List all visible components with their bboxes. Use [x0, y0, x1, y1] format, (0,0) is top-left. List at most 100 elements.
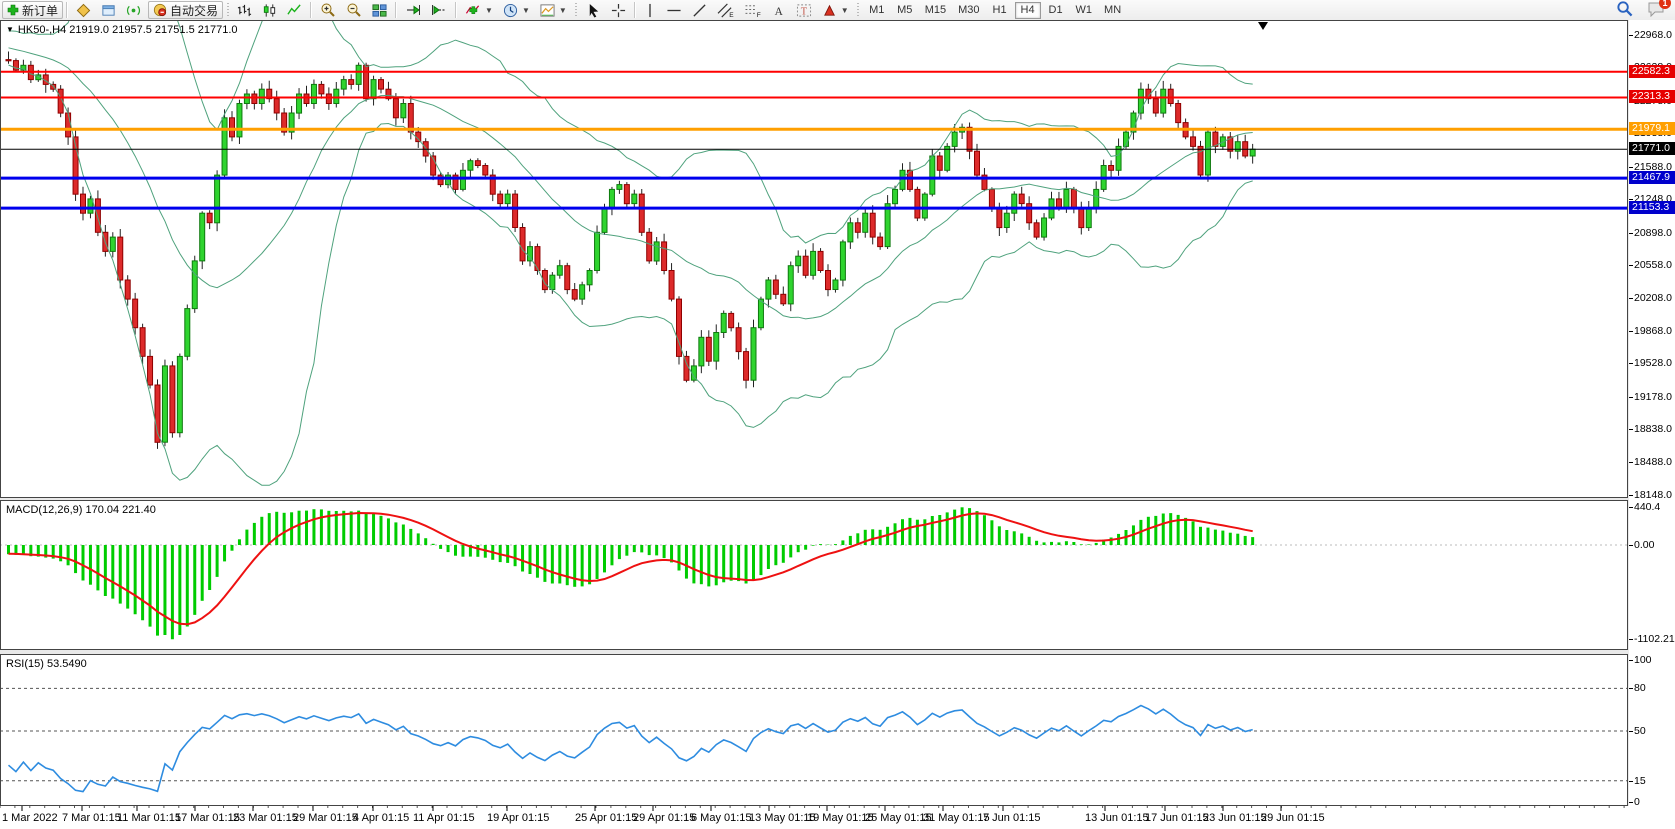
chart-shift-icon[interactable]: [426, 0, 452, 20]
macd-histogram: [9, 507, 1253, 639]
rsi-indicator-label: RSI(15) 53.5490: [6, 658, 87, 670]
separator: [395, 2, 397, 18]
time-tick-label: 11 Mar 01:15: [117, 812, 181, 824]
autotrading-button[interactable]: 自动交易: [148, 1, 223, 19]
current-price-badge: 21771.0: [1629, 142, 1675, 155]
timeframe-m15-button[interactable]: M15: [920, 2, 951, 19]
toolbar: 新订单 自动交易 ▼ ▼ ▼: [0, 0, 1675, 21]
level-price-badge: 22582.3: [1629, 65, 1675, 78]
toolbar-grip[interactable]: [225, 3, 230, 17]
rsi-panel[interactable]: [0, 654, 1628, 806]
timeframe-h1-button[interactable]: H1: [987, 2, 1013, 19]
separator: [310, 2, 312, 18]
magnifier-icon: [1616, 0, 1633, 17]
time-tick-label: 25 Apr 01:15: [575, 812, 637, 824]
candlestick-type-icon[interactable]: [257, 0, 282, 20]
timeframe-m5-button[interactable]: M5: [892, 2, 918, 19]
magnifier-plus-icon: [320, 2, 336, 18]
tile-windows-icon[interactable]: [367, 0, 392, 20]
zoom-out-icon[interactable]: [341, 0, 367, 20]
periods-button[interactable]: ▼: [498, 0, 535, 20]
chart-window[interactable]: 1 Mar 20227 Mar 01:1511 Mar 01:1517 Mar …: [0, 20, 1675, 829]
ohlc-text: 21919.0 21957.5 21751.5 21771.0: [69, 24, 237, 36]
hline-icon: [666, 3, 682, 18]
indicator-plus-icon: [465, 3, 481, 18]
new-order-button[interactable]: 新订单: [2, 1, 63, 19]
separator: [634, 2, 636, 18]
cursor-tool-icon[interactable]: [581, 0, 606, 20]
arrows-icon: [822, 3, 837, 18]
macd-tick-label: 0.00: [1634, 539, 1654, 551]
time-tick-label: 29 Jun 01:15: [1261, 812, 1325, 824]
autoscroll-icon: [405, 2, 421, 18]
equidistant-channel-tool[interactable]: E: [712, 0, 739, 20]
market-watch-icon[interactable]: [71, 0, 96, 20]
price-axis[interactable]: 22968.022628.022278.021938.021588.021248…: [1629, 20, 1675, 829]
timeframe-h4-button[interactable]: H4: [1015, 2, 1041, 19]
toolbar-grip[interactable]: [856, 3, 861, 17]
chart-symbol-label: ▼HK50-,H4 21919.0 21957.5 21751.5 21771.…: [6, 24, 238, 36]
window-icon: [101, 3, 116, 18]
time-axis[interactable]: 1 Mar 20227 Mar 01:1511 Mar 01:1517 Mar …: [0, 806, 1675, 829]
chevron-down-icon: ▼: [559, 6, 567, 15]
timeframe-toolbar: M1M5M15M30H1H4D1W1MN: [863, 2, 1127, 19]
templates-button[interactable]: ▼: [535, 0, 572, 20]
auto-scroll-icon[interactable]: [400, 0, 426, 20]
timeframe-mn-button[interactable]: MN: [1099, 2, 1126, 19]
clock-icon: [503, 3, 518, 18]
line-icon: [287, 3, 302, 18]
notifications-icon[interactable]: 1: [1647, 1, 1665, 20]
timeframe-m30-button[interactable]: M30: [953, 2, 984, 19]
price-tick-label: 19868.0: [1634, 325, 1672, 337]
chevron-down-icon: ▼: [485, 6, 493, 15]
crosshair-tool-icon[interactable]: [606, 0, 631, 20]
horizontal-level-lines[interactable]: [0, 72, 1628, 208]
signals-icon[interactable]: [121, 0, 146, 20]
text-label-tool[interactable]: T: [791, 0, 817, 20]
search-icon[interactable]: [1616, 0, 1633, 20]
toolbar-grip[interactable]: [574, 3, 579, 17]
macd-indicator-label: MACD(12,26,9) 170.04 221.40: [6, 504, 156, 516]
time-tick-label: 17 Mar 01:15: [175, 812, 240, 824]
gold-diamond-icon: [76, 3, 91, 18]
timeframe-w1-button[interactable]: W1: [1071, 2, 1098, 19]
chevron-down-icon: ▼: [522, 6, 530, 15]
vertical-line-tool[interactable]: [639, 0, 661, 20]
plus-icon: [7, 4, 19, 16]
trendline-tool[interactable]: [687, 0, 712, 20]
time-tick-label: 13 May 01:15: [749, 812, 816, 824]
text-tool[interactable]: A: [767, 0, 791, 20]
autotrading-label: 自动交易: [170, 2, 218, 19]
macd-panel[interactable]: [0, 500, 1628, 650]
level-price-badge: 22313.3: [1629, 90, 1675, 103]
level-price-badge: 21467.9: [1629, 171, 1675, 184]
zoom-in-icon[interactable]: [315, 0, 341, 20]
autotrading-icon: [153, 3, 167, 17]
rsi-tick-label: 100: [1634, 654, 1652, 666]
ohlc-bars-icon: [237, 3, 252, 18]
separator: [455, 2, 457, 18]
data-window-icon[interactable]: [96, 0, 121, 20]
timeframe-m1-button[interactable]: M1: [864, 2, 890, 19]
price-tick-label: 20898.0: [1634, 227, 1672, 239]
timeframe-d1-button[interactable]: D1: [1043, 2, 1069, 19]
chart-shift-marker-icon[interactable]: [1258, 22, 1268, 30]
time-tick-label: 1 Mar 2022: [2, 812, 58, 824]
time-tick-label: 11 Apr 01:15: [413, 812, 475, 824]
line-chart-type-icon[interactable]: [282, 0, 307, 20]
shift-icon: [431, 2, 447, 18]
price-tick-label: 19528.0: [1634, 357, 1672, 369]
fibonacci-tool[interactable]: F: [739, 0, 767, 20]
time-tick-label: 23 Mar 01:15: [233, 812, 298, 824]
rsi-tick-label: 15: [1634, 775, 1646, 787]
rsi-tick-label: 50: [1634, 725, 1646, 737]
new-order-label: 新订单: [22, 2, 58, 19]
indicators-button[interactable]: ▼: [460, 0, 498, 20]
bollinger-bands: [9, 20, 1253, 485]
main-price-chart[interactable]: [0, 20, 1628, 498]
bar-chart-type-icon[interactable]: [232, 0, 257, 20]
trendline-icon: [692, 3, 707, 18]
collapse-caret-icon[interactable]: ▼: [6, 25, 14, 34]
horizontal-line-tool[interactable]: [661, 0, 687, 20]
arrows-tool[interactable]: ▼: [817, 0, 854, 20]
